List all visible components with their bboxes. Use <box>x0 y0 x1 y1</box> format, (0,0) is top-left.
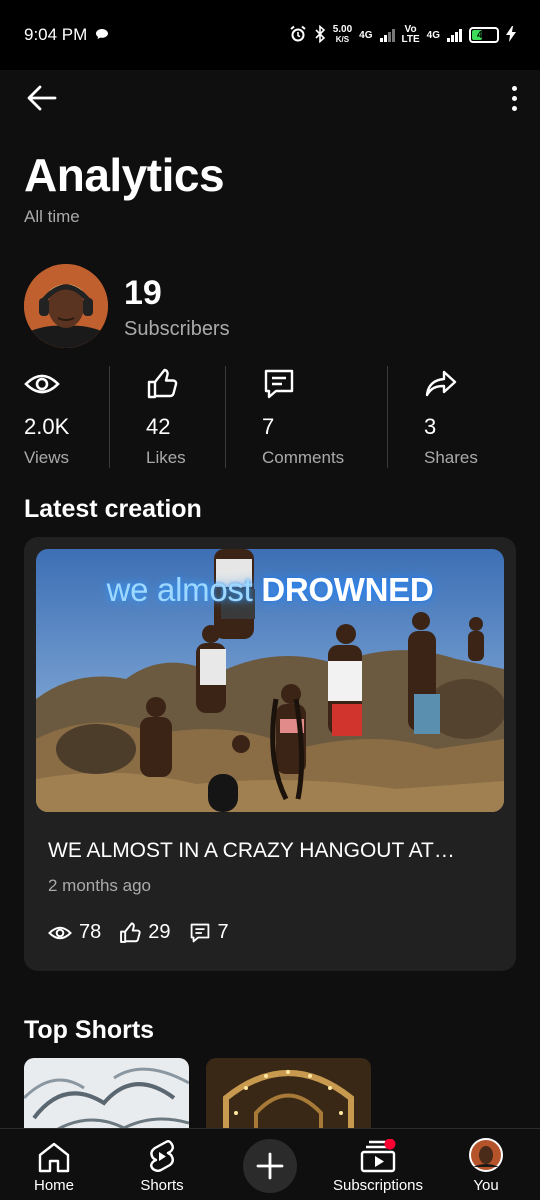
profile-avatar-icon <box>468 1129 504 1173</box>
alarm-icon <box>289 25 307 46</box>
video-thumbnail[interactable]: we almost DROWNED <box>36 549 504 812</box>
video-title[interactable]: WE ALMOST IN A CRAZY HANGOUT AT… <box>48 839 498 863</box>
stat-divider <box>109 366 110 468</box>
network-speed-value: 5.00 <box>332 24 353 35</box>
charging-icon <box>506 25 516 45</box>
status-time: 9:04 PM <box>24 25 88 44</box>
plus-icon <box>256 1152 284 1180</box>
volte-indicator: Vo LTE <box>402 25 420 45</box>
stat-likes: 42 Likes <box>146 366 186 468</box>
stat-comments: 7 Comments <box>262 366 344 468</box>
shorts-icon <box>148 1129 176 1173</box>
nav-subscriptions-label: Subscriptions <box>332 1177 424 1194</box>
eye-icon <box>48 926 72 939</box>
home-icon <box>37 1129 71 1173</box>
channel-avatar <box>24 264 108 348</box>
chat-bubble-icon <box>95 25 109 45</box>
nav-shorts-label: Shorts <box>140 1177 184 1194</box>
nav-subscriptions[interactable]: Subscriptions <box>330 1129 426 1200</box>
status-time-group: 9:04 PM <box>24 25 109 45</box>
video-age: 2 months ago <box>48 876 152 895</box>
back-button[interactable] <box>20 78 64 118</box>
period-label: All time <box>24 207 80 226</box>
signal-icon-2 <box>447 28 462 42</box>
more-vert-icon <box>511 85 517 91</box>
top-shorts-heading: Top Shorts <box>24 1016 155 1044</box>
stats-row: 2.0K Views 42 Likes 7 Comments 3 Shares <box>0 366 540 468</box>
video-views: 78 <box>48 921 101 944</box>
thumbs-up-icon <box>146 366 186 402</box>
network-speed-unit: K/S <box>335 35 350 44</box>
thumbnail-caption-2: DROWNED <box>261 571 434 608</box>
nav-shorts[interactable]: Shorts <box>136 1129 188 1200</box>
nav-home[interactable]: Home <box>30 1129 78 1200</box>
status-bar: 9:04 PM 5.00 K/S 4G Vo LTE 4G 43 <box>0 0 540 70</box>
subscriber-count: 19 <box>124 274 162 312</box>
share-icon <box>424 366 478 402</box>
status-indicators: 5.00 K/S 4G Vo LTE 4G 43 <box>289 24 516 46</box>
video-likes: 29 <box>119 921 171 944</box>
stat-views-value: 2.0K <box>24 414 70 439</box>
bottom-navigation: Home Shorts Subscriptions You <box>0 1128 540 1200</box>
latest-video-card[interactable]: we almost DROWNED WE ALMOST IN A CRAZY H… <box>24 537 516 971</box>
stat-comments-label: Comments <box>262 448 345 467</box>
stat-views: 2.0K Views <box>24 366 69 468</box>
create-button[interactable] <box>243 1139 297 1193</box>
nav-home-label: Home <box>33 1177 74 1194</box>
stat-likes-label: Likes <box>146 448 186 467</box>
top-app-bar <box>0 70 540 126</box>
comment-icon <box>190 923 209 942</box>
more-options-button[interactable] <box>502 78 526 118</box>
stat-shares-label: Shares <box>424 448 478 467</box>
battery-level: 43 <box>477 29 489 41</box>
back-arrow-icon <box>27 85 57 111</box>
video-comments: 7 <box>189 921 229 944</box>
eye-icon <box>24 366 69 402</box>
video-comments-value: 7 <box>217 921 229 943</box>
volte-bottom: LTE <box>401 34 420 45</box>
thumbnail-caption: we almost DROWNED <box>36 571 504 609</box>
nav-you[interactable]: You <box>462 1129 510 1200</box>
stat-shares-value: 3 <box>424 414 437 439</box>
thumbnail-caption-1: we almost <box>106 571 253 608</box>
video-stats: 78 29 7 <box>48 921 247 944</box>
stat-comments-value: 7 <box>262 414 275 439</box>
stat-likes-value: 42 <box>146 414 171 439</box>
comment-icon <box>262 366 344 402</box>
stat-divider <box>225 366 226 468</box>
signal-icon <box>379 28 395 42</box>
network-type-label-2: 4G <box>426 29 440 41</box>
network-type-label: 4G <box>359 29 373 41</box>
video-likes-value: 29 <box>148 921 171 943</box>
stat-shares: 3 Shares <box>424 366 478 468</box>
page-title: Analytics <box>24 149 225 201</box>
video-views-value: 78 <box>79 921 102 943</box>
thumbs-up-icon <box>120 921 141 943</box>
latest-creation-heading: Latest creation <box>24 495 202 523</box>
battery-icon: 43 <box>469 27 499 43</box>
subscriptions-icon <box>360 1129 396 1173</box>
network-speed: 5.00 K/S <box>333 25 352 45</box>
subscriber-label: Subscribers <box>124 318 230 340</box>
stat-divider <box>387 366 388 468</box>
bluetooth-icon <box>314 24 326 46</box>
nav-you-label: You <box>473 1177 499 1194</box>
stat-views-label: Views <box>24 448 70 467</box>
